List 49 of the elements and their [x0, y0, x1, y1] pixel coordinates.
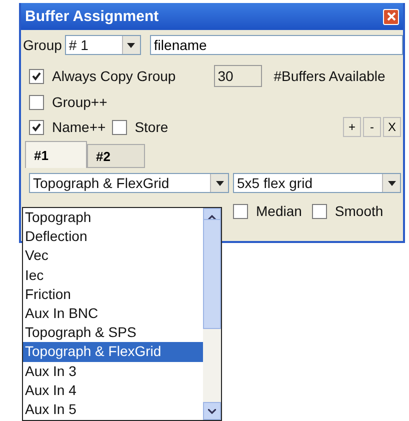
- check-icon: [32, 72, 41, 80]
- dropdown-button[interactable]: [382, 174, 400, 192]
- checkbox[interactable]: [112, 120, 127, 134]
- toolbar-button[interactable]: +: [343, 117, 361, 137]
- group-label: Group: [23, 37, 62, 53]
- list-item[interactable]: Iec: [23, 266, 203, 285]
- checkbox-label: Group++: [52, 94, 108, 110]
- window-title: Buffer Assignment: [25, 8, 159, 25]
- list-item[interactable]: Topograph: [23, 208, 203, 228]
- list-item[interactable]: Deflection: [23, 227, 203, 246]
- checkbox-label: Always Copy Group: [52, 68, 176, 84]
- checkbox[interactable]: [29, 68, 44, 84]
- tab[interactable]: #1: [25, 141, 87, 168]
- close-icon: [386, 12, 396, 21]
- dropdown-button[interactable]: [210, 174, 228, 192]
- checkbox[interactable]: [29, 120, 44, 134]
- checkbox-label: Smooth: [334, 203, 384, 219]
- list-item[interactable]: Aux In 4: [23, 380, 203, 400]
- list-item[interactable]: Aux In 3: [23, 362, 203, 381]
- checkbox-label: Store: [134, 119, 168, 135]
- list-item[interactable]: Friction: [23, 284, 203, 304]
- checkbox-label: Median: [256, 203, 302, 219]
- buffer-count: 30: [214, 65, 262, 87]
- list-item[interactable]: Topograph & FlexGrid: [23, 342, 203, 362]
- toolbar-button[interactable]: -: [363, 117, 381, 137]
- checkbox-label: Name++: [52, 119, 106, 135]
- filename-field[interactable]: filename: [150, 35, 403, 55]
- scrollbar[interactable]: [203, 208, 221, 420]
- toolbar-button[interactable]: X: [383, 117, 401, 137]
- list-item[interactable]: Vec: [23, 246, 203, 266]
- list-item[interactable]: Aux In 5: [23, 400, 203, 420]
- check-icon: [32, 122, 41, 132]
- list-item[interactable]: Topograph & SPS: [23, 323, 203, 342]
- caret-icon: [208, 408, 216, 414]
- caret-icon: [388, 180, 396, 186]
- checkbox[interactable]: [29, 94, 44, 110]
- list-item[interactable]: Aux In BNC: [23, 304, 203, 324]
- caret-icon: [208, 214, 216, 220]
- tab[interactable]: #2: [87, 144, 145, 168]
- mode-dropdown[interactable]: Topograph & FlexGrid: [29, 173, 229, 193]
- dropdown-button[interactable]: [122, 36, 140, 54]
- grid-dropdown[interactable]: 5x5 flex grid: [233, 173, 401, 193]
- checkbox[interactable]: [233, 204, 248, 218]
- group-dropdown[interactable]: # 1: [64, 35, 141, 55]
- checkbox[interactable]: [312, 204, 327, 218]
- caret-icon: [127, 42, 136, 48]
- caret-icon: [216, 180, 224, 186]
- close-button[interactable]: [383, 8, 399, 24]
- buffers-label: #Buffers Available: [274, 68, 386, 84]
